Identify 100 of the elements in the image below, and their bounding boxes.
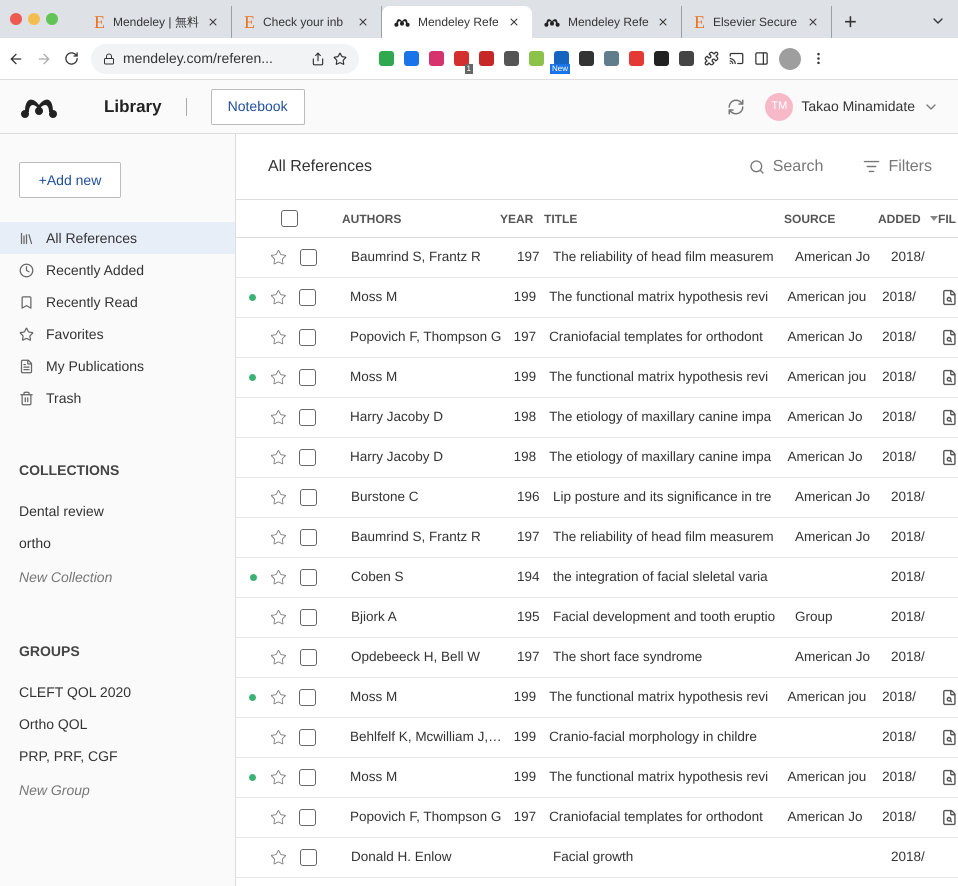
checkbox[interactable] xyxy=(300,649,317,666)
sidebar-link[interactable]: Ortho QOL xyxy=(19,708,216,740)
reference-row[interactable]: Harry Jacoby D 198 The etiology of maxillary canine impa American Jo 2018/ xyxy=(236,438,958,478)
user-name[interactable]: Takao Minamidate xyxy=(801,96,915,117)
checkbox[interactable] xyxy=(299,809,316,826)
file-icon[interactable] xyxy=(941,769,958,786)
bookmark-star-icon[interactable] xyxy=(333,52,347,66)
column-header[interactable]: FIL xyxy=(938,210,956,228)
checkbox[interactable] xyxy=(300,569,317,586)
column-header[interactable]: AUTHORS xyxy=(342,210,500,228)
checkbox[interactable] xyxy=(299,409,316,426)
star-icon[interactable] xyxy=(270,249,287,266)
star-icon[interactable] xyxy=(270,729,286,746)
profile-avatar[interactable] xyxy=(779,48,801,70)
search-button[interactable]: Search xyxy=(748,154,824,178)
file-icon[interactable] xyxy=(941,729,958,746)
sync-icon[interactable] xyxy=(727,98,746,116)
sidebar-item[interactable]: All References xyxy=(0,222,235,254)
sidebar-item[interactable]: Recently Added xyxy=(0,254,235,286)
star-icon[interactable] xyxy=(270,289,286,306)
file-icon[interactable] xyxy=(941,369,958,386)
back-icon[interactable] xyxy=(8,50,24,66)
file-icon[interactable] xyxy=(941,409,958,426)
file-icon[interactable] xyxy=(941,329,958,346)
column-header[interactable]: SOURCE xyxy=(784,210,878,228)
browser-tab[interactable]: Mendeley Refe xyxy=(382,6,532,38)
file-icon[interactable] xyxy=(941,809,958,826)
star-icon[interactable] xyxy=(270,689,286,706)
star-icon[interactable] xyxy=(270,569,287,586)
reference-row[interactable]: Moss M 199 The functional matrix hypothesis revi American jou 2018/ xyxy=(236,758,958,798)
checkbox[interactable] xyxy=(300,489,317,506)
filters-button[interactable]: Filters xyxy=(863,154,932,178)
checkbox[interactable] xyxy=(300,529,317,546)
close-window-icon[interactable] xyxy=(10,13,22,25)
extension-icon[interactable] xyxy=(679,51,694,66)
star-icon[interactable] xyxy=(270,489,287,506)
file-icon[interactable] xyxy=(941,689,958,706)
new-item-link[interactable]: New Collection xyxy=(19,559,216,595)
reference-row[interactable]: Baumrind S, Frantz R 197 The reliability of head film measurem American Jo 2018/ xyxy=(236,518,958,558)
close-tab-icon[interactable] xyxy=(508,16,520,28)
checkbox[interactable] xyxy=(300,249,317,266)
reference-row[interactable]: Popovich F, Thompson G 197 Craniofacial templates for orthodont American Jo 2018/ xyxy=(236,798,958,838)
star-icon[interactable] xyxy=(270,769,286,786)
close-tab-icon[interactable] xyxy=(807,16,819,28)
close-tab-icon[interactable] xyxy=(207,16,219,28)
star-icon[interactable] xyxy=(270,849,287,866)
checkbox[interactable] xyxy=(299,449,316,466)
sidebar-item[interactable]: Trash xyxy=(0,382,235,414)
star-icon[interactable] xyxy=(270,609,287,626)
star-icon[interactable] xyxy=(270,369,286,386)
sidebar-item[interactable]: My Publications xyxy=(0,350,235,382)
checkbox[interactable] xyxy=(300,609,317,626)
reference-row[interactable]: Moss M 199 The functional matrix hypothesis revi American jou 2018/ xyxy=(236,278,958,318)
reference-row[interactable]: Bjiork A 195 Facial development and tooth eruptio Group 2018/ xyxy=(236,598,958,638)
notebook-button[interactable]: Notebook xyxy=(210,88,305,124)
close-tab-icon[interactable] xyxy=(357,16,369,28)
star-icon[interactable] xyxy=(270,449,286,466)
extension-icon[interactable] xyxy=(579,51,594,66)
reference-row[interactable]: Burstone C 196 Lip posture and its significance in tre American Jo 2018/ xyxy=(236,478,958,518)
sidebar-link[interactable]: CLEFT QOL 2020 xyxy=(19,676,216,708)
extension-icon[interactable] xyxy=(504,51,519,66)
sidebar-link[interactable]: ortho xyxy=(19,527,216,559)
checkbox[interactable] xyxy=(299,729,316,746)
reference-row[interactable]: Behlfelf K, Mcwilliam J,… 199 Cranio-facial morphology in childre 2018/ xyxy=(236,718,958,758)
reload-icon[interactable] xyxy=(64,51,79,66)
star-icon[interactable] xyxy=(270,649,287,666)
column-header[interactable]: TITLE xyxy=(544,210,784,228)
reference-row[interactable]: Moss M 199 The functional matrix hypothesis revi American jou 2018/ xyxy=(236,358,958,398)
reference-row[interactable]: Donald H. Enlow Facial growth 2018/ xyxy=(236,838,958,878)
extension-icon[interactable] xyxy=(654,51,669,66)
share-icon[interactable] xyxy=(311,52,325,66)
checkbox[interactable] xyxy=(300,849,317,866)
close-tab-icon[interactable] xyxy=(657,16,669,28)
column-header[interactable]: ADDED xyxy=(878,210,930,228)
sidebar-item[interactable]: Recently Read xyxy=(0,286,235,318)
sidebar-link[interactable]: PRP, PRF, CGF xyxy=(19,740,216,772)
checkbox[interactable] xyxy=(299,329,316,346)
new-tab-button[interactable]: + xyxy=(832,6,869,38)
sort-caret-icon[interactable] xyxy=(930,216,938,221)
star-icon[interactable] xyxy=(270,329,286,346)
star-icon[interactable] xyxy=(270,809,286,826)
checkbox[interactable] xyxy=(281,210,298,227)
reference-row[interactable]: Moss M 199 The functional matrix hypothesis revi American jou 2018/ xyxy=(236,678,958,718)
checkbox[interactable] xyxy=(299,289,316,306)
address-bar[interactable]: mendeley.com/referen... xyxy=(91,44,359,74)
sidebar-item[interactable]: Favorites xyxy=(0,318,235,350)
new-item-link[interactable]: New Group xyxy=(19,772,216,808)
reference-row[interactable]: Baumrind S, Frantz R 197 The reliability of head film measurem American Jo 2018/ xyxy=(236,238,958,278)
file-icon[interactable] xyxy=(941,449,958,466)
star-icon[interactable] xyxy=(270,529,287,546)
checkbox[interactable] xyxy=(299,369,316,386)
add-new-button[interactable]: +Add new xyxy=(19,162,121,198)
reference-row[interactable]: Harry Jacoby D 198 The etiology of maxillary canine impa American Jo 2018/ xyxy=(236,398,958,438)
cast-icon[interactable] xyxy=(729,51,744,66)
sidebar-link[interactable]: Dental review xyxy=(19,495,216,527)
extensions-icon[interactable] xyxy=(704,51,719,66)
column-header[interactable]: YEAR xyxy=(500,210,544,228)
side-panel-icon[interactable] xyxy=(754,51,769,66)
reference-row[interactable]: Coben S 194 the integration of facial sleletal varia 2018/ xyxy=(236,558,958,598)
reference-row[interactable]: Opdebeeck H, Bell W 197 The short face syndrome American Jo 2018/ xyxy=(236,638,958,678)
